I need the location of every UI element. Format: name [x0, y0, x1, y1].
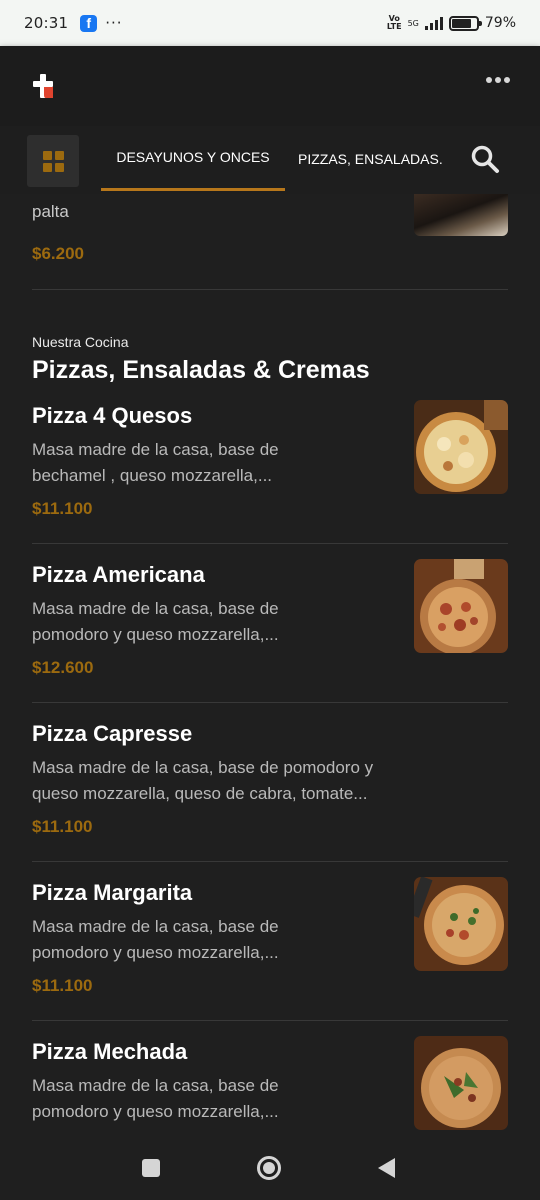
item-name: Pizza Margarita	[32, 880, 193, 905]
circle-icon[interactable]	[257, 1156, 281, 1180]
triangle-back-icon[interactable]	[378, 1158, 395, 1178]
section-title: Pizzas, Ensaladas & Cremas	[32, 356, 370, 384]
item-photo	[414, 877, 508, 971]
facebook-icon: f	[80, 14, 98, 32]
item-description: palta	[32, 202, 69, 221]
signal-icon	[424, 16, 443, 30]
battery-icon	[448, 15, 482, 31]
item-price: $11.100	[32, 499, 93, 518]
menu-item[interactable]: Pizza Mechada Masa madre de la casa, bas…	[32, 1021, 508, 1138]
item-description: Masa madre de la casa, base de pomodoro …	[32, 917, 279, 962]
network-type: 5G	[407, 18, 419, 28]
brand-cross-icon[interactable]	[32, 73, 54, 99]
item-name: Pizza 4 Quesos	[32, 403, 193, 428]
search-icon[interactable]	[470, 144, 500, 174]
item-price: $6.200	[32, 244, 84, 263]
menu-item[interactable]: Pizza Americana Masa madre de la casa, b…	[32, 544, 508, 703]
item-price: $12.600	[32, 658, 94, 677]
item-description: Masa madre de la casa, base de pomodoro …	[32, 758, 374, 803]
menu-item[interactable]: Pizza Capresse Masa madre de la casa, ba…	[32, 703, 508, 862]
square-icon[interactable]	[142, 1159, 160, 1177]
section-kicker: Nuestra Cocina	[32, 334, 129, 350]
grid-icon[interactable]	[27, 135, 79, 187]
app-header	[0, 46, 540, 126]
battery-percent: 79%	[484, 15, 516, 31]
item-photo	[414, 194, 508, 236]
item-photo	[414, 400, 508, 494]
menu-content: palta $6.200 Nuestra Cocina Pizzas, Ensa…	[0, 194, 540, 1138]
item-description: Masa madre de la casa, base de pomodoro …	[32, 1076, 279, 1121]
item-description: Masa madre de la casa, base de bechamel …	[32, 440, 279, 485]
system-nav-bar	[0, 1138, 540, 1200]
item-name: Pizza Mechada	[32, 1039, 188, 1064]
volte-indicator: Vo LTE	[387, 15, 402, 31]
item-photo	[414, 1036, 508, 1130]
item-name: Pizza Capresse	[32, 721, 193, 746]
menu-item[interactable]: Pizza 4 Quesos Masa madre de la casa, ba…	[32, 385, 508, 544]
list-item[interactable]: palta $6.200	[32, 194, 508, 290]
menu-item[interactable]: Pizza Margarita Masa madre de la casa, b…	[32, 862, 508, 1021]
item-description: Masa madre de la casa, base de pomodoro …	[32, 599, 279, 644]
status-time: 20:31	[24, 14, 69, 32]
item-price: $11.100	[32, 976, 93, 995]
section-header: Nuestra Cocina Pizzas, Ensaladas & Crema…	[32, 290, 508, 385]
status-right: Vo LTE 5G 79%	[387, 15, 516, 32]
category-tabs: DESAYUNOS Y ONCES PIZZAS, ENSALADAS.	[0, 126, 540, 194]
status-bar: 20:31 f ··· Vo LTE 5G 79%	[0, 0, 540, 46]
tab-pizzas[interactable]: PIZZAS, ENSALADAS.	[298, 126, 443, 192]
item-name: Pizza Americana	[32, 562, 205, 587]
more-dots-icon[interactable]	[486, 77, 510, 83]
item-price: $11.100	[32, 817, 93, 836]
item-photo	[414, 559, 508, 653]
tab-desayunos[interactable]: DESAYUNOS Y ONCES	[101, 126, 285, 191]
battery-fill	[451, 18, 471, 28]
volte-bottom: LTE	[386, 22, 402, 31]
notification-dots: ···	[105, 14, 123, 32]
